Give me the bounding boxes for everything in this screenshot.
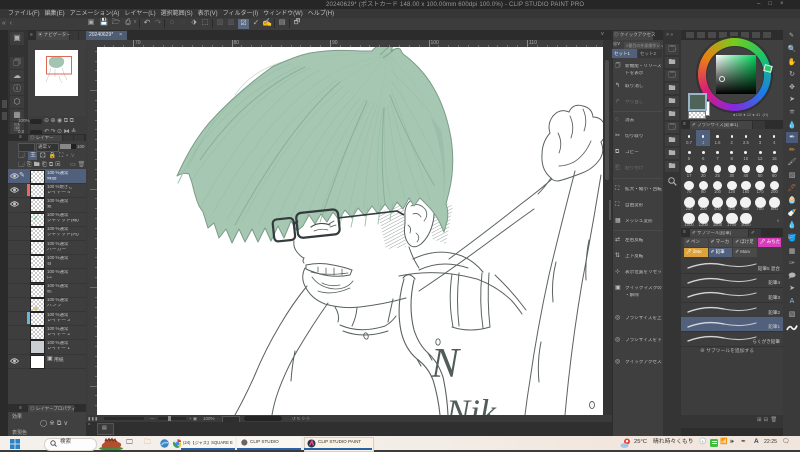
svg-text:Nik: Nik	[445, 392, 497, 415]
svg-text:N: N	[430, 341, 461, 387]
